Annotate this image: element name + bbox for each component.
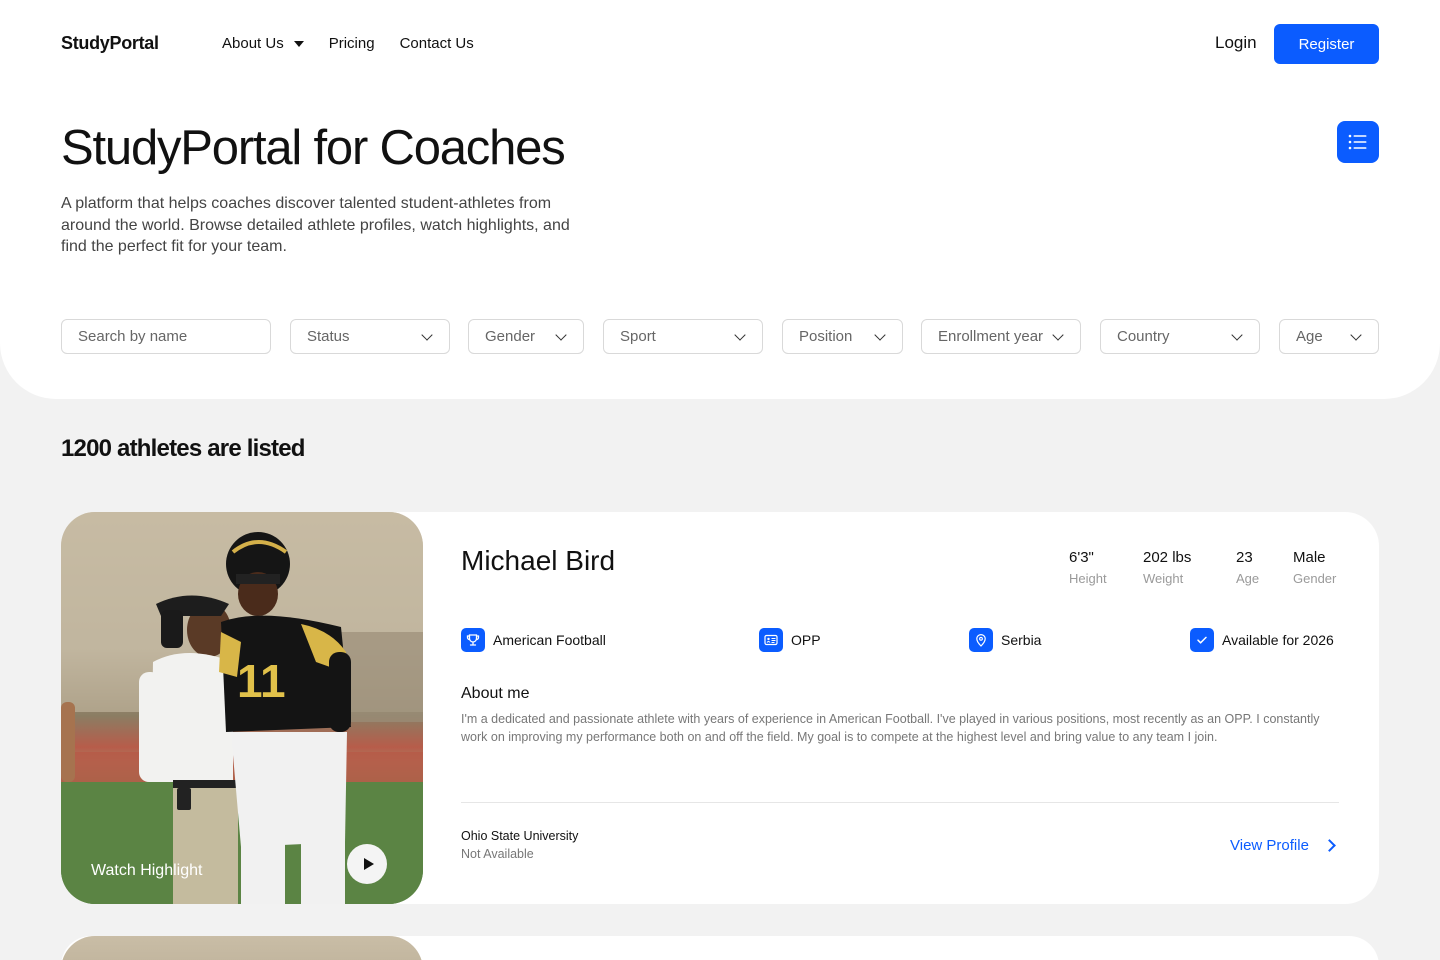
status-select[interactable]: Status (290, 319, 450, 354)
play-icon (363, 858, 374, 870)
about-text: I'm a dedicated and passionate athlete w… (461, 712, 1320, 744)
list-view-button[interactable] (1337, 121, 1379, 163)
athlete-photo[interactable] (61, 936, 423, 960)
university-name: Ohio State University (461, 829, 579, 843)
stat-height-label: Height (1069, 571, 1107, 586)
enrollment-year-select-label: Enrollment year (938, 328, 1044, 345)
nav-about-us-label: About Us (222, 35, 284, 52)
stat-gender-label: Gender (1293, 571, 1337, 586)
tag-availability-label: Available for 2026 (1222, 632, 1334, 648)
stat-weight-label: Weight (1143, 571, 1184, 586)
country-select-label: Country (1117, 328, 1170, 345)
chevron-right-icon (1323, 839, 1336, 852)
tag-position-label: OPP (791, 632, 821, 648)
nav-contact-us[interactable]: Contact Us (400, 35, 474, 52)
hero-description: A platform that helps coaches discover t… (61, 195, 570, 255)
stat-gender-value: Male (1293, 549, 1326, 566)
checkbox-icon (1190, 628, 1214, 652)
view-profile-label: View Profile (1230, 837, 1309, 854)
card-divider (461, 802, 1339, 803)
chevron-down-icon (1350, 328, 1362, 341)
athlete-card (61, 936, 1379, 960)
position-select-label: Position (799, 328, 853, 345)
stat-weight-value: 202 lbs (1143, 549, 1192, 566)
sport-select-label: Sport (620, 328, 656, 345)
age-select-label: Age (1296, 328, 1323, 345)
chevron-down-icon (734, 328, 746, 341)
view-profile-link[interactable]: View Profile (1230, 837, 1336, 854)
brand-logo[interactable]: StudyPortal (61, 33, 159, 54)
athlete-name: Michael Bird (461, 545, 616, 576)
stat-height-value: 6'3" (1069, 549, 1094, 566)
tag-sport: American Football (461, 628, 606, 652)
chevron-down-icon (1052, 328, 1064, 341)
stat-gender: Male Gender (1293, 549, 1336, 586)
chevron-down-icon (421, 328, 433, 341)
tag-position: OPP (759, 628, 821, 652)
status-select-label: Status (307, 328, 350, 345)
login-link[interactable]: Login (1215, 33, 1257, 53)
stat-age: 23 Age (1236, 549, 1259, 586)
athlete-card: 11 Watch Highlight Michael Bird 6'3" Hei… (61, 512, 1379, 904)
stat-weight: 202 lbs Weight (1143, 549, 1191, 586)
hero-section: StudyPortal About Us Pricing Contact Us … (0, 0, 1440, 399)
tag-sport-label: American Football (493, 632, 606, 648)
search-input[interactable]: Search by name (61, 319, 271, 354)
register-button[interactable]: Register (1274, 24, 1379, 64)
university-status: Not Available (461, 847, 534, 861)
tag-country: Serbia (969, 628, 1041, 652)
stat-age-value: 23 (1236, 549, 1253, 566)
play-button[interactable] (347, 844, 387, 884)
search-placeholder: Search by name (78, 328, 188, 345)
enrollment-year-select[interactable]: Enrollment year (921, 319, 1081, 354)
age-select[interactable]: Age (1279, 319, 1379, 354)
page-title: StudyPortal for Coaches (61, 121, 566, 175)
gender-select-label: Gender (485, 328, 536, 345)
position-select[interactable]: Position (782, 319, 903, 354)
watch-highlight-label[interactable]: Watch Highlight (91, 862, 202, 880)
nav-pricing[interactable]: Pricing (329, 35, 375, 52)
id-card-icon (759, 628, 783, 652)
about-title: About me (461, 685, 530, 702)
tag-availability: Available for 2026 (1190, 628, 1334, 652)
main-nav: About Us Pricing Contact Us (222, 35, 474, 52)
chevron-down-icon (1231, 328, 1243, 341)
sport-select[interactable]: Sport (603, 319, 763, 354)
stat-height: 6'3" Height (1069, 549, 1107, 586)
list-icon (1348, 134, 1367, 150)
athlete-count-heading: 1200 athletes are listed (61, 435, 305, 462)
caret-down-icon (293, 41, 304, 47)
chevron-down-icon (874, 328, 886, 341)
country-select[interactable]: Country (1100, 319, 1260, 354)
location-pin-icon (969, 628, 993, 652)
tag-country-label: Serbia (1001, 632, 1042, 648)
nav-about-us[interactable]: About Us (222, 35, 304, 52)
gender-select[interactable]: Gender (468, 319, 584, 354)
trophy-icon (461, 628, 485, 652)
athlete-photo[interactable]: 11 Watch Highlight (61, 512, 423, 904)
stat-age-label: Age (1236, 571, 1260, 586)
svg-text:11: 11 (237, 655, 286, 707)
chevron-down-icon (555, 328, 567, 341)
